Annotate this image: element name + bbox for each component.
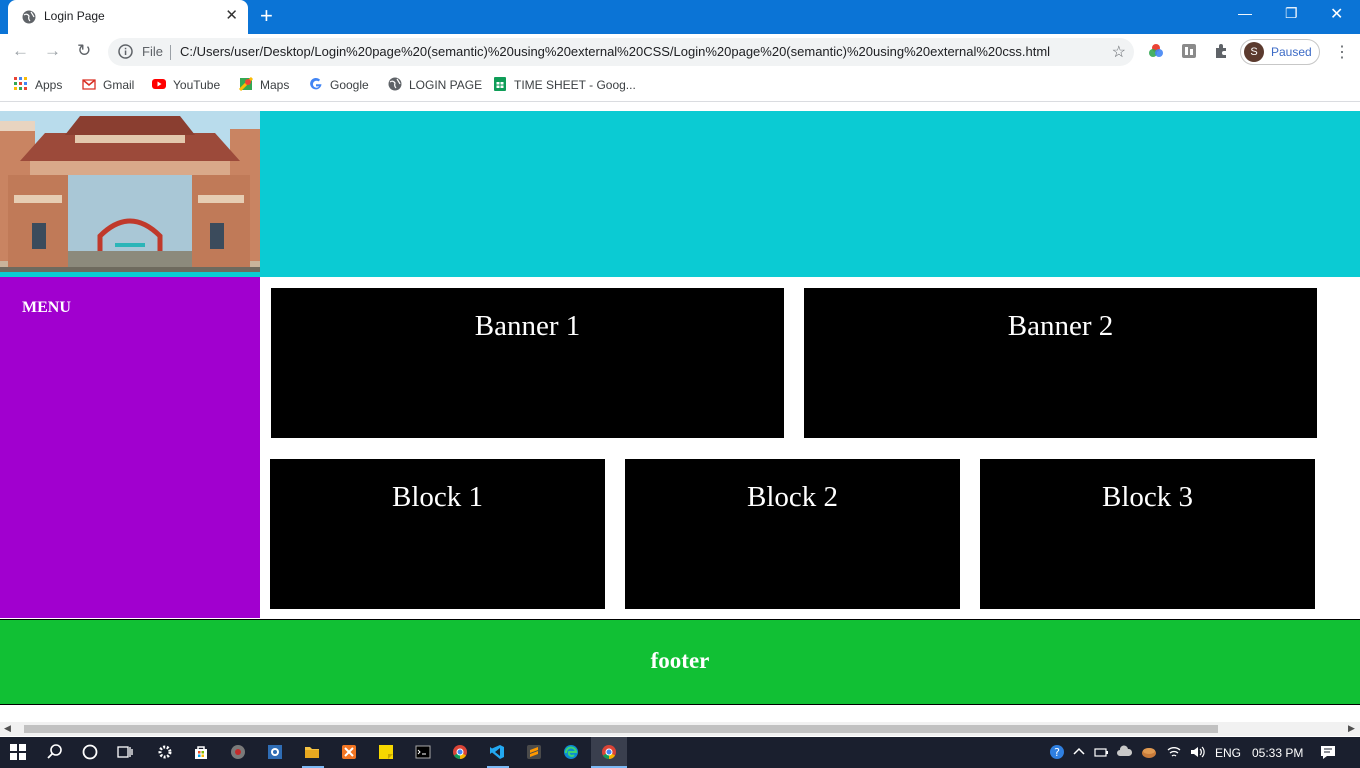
block-2-label: Block 2 — [746, 481, 839, 513]
bookmark-youtube[interactable]: YouTube — [152, 77, 220, 92]
address-separator — [170, 45, 171, 60]
page-footer: footer — [0, 619, 1360, 705]
bookmark-google[interactable]: Google — [309, 77, 369, 92]
scroll-left-icon[interactable]: ◀ — [4, 723, 11, 734]
settings-gear-icon[interactable] — [157, 744, 173, 760]
scrollbar-thumb[interactable] — [24, 725, 1218, 733]
help-icon[interactable]: ? — [1049, 744, 1065, 760]
battery-icon[interactable] — [1093, 744, 1109, 760]
footer-text: footer — [650, 648, 710, 673]
sidebar-menu: MENU — [0, 277, 260, 618]
puzzle-extensions-icon[interactable] — [1213, 43, 1229, 59]
horizontal-scrollbar[interactable]: ◀ ▶ — [0, 722, 1360, 736]
globe-icon — [388, 77, 402, 91]
search-icon[interactable] — [47, 744, 63, 760]
media-app-icon[interactable] — [230, 744, 246, 760]
bookmark-time-sheet[interactable]: TIME SHEET - Goog... — [493, 77, 636, 92]
back-icon[interactable]: ← — [12, 42, 29, 60]
bookmark-label: LOGIN PAGE — [409, 78, 483, 92]
bookmark-label: Maps — [260, 78, 290, 92]
bookmark-maps[interactable]: Maps — [239, 77, 289, 92]
bookmark-apps[interactable]: Apps — [14, 77, 62, 92]
reload-icon[interactable]: ↻ — [77, 42, 91, 60]
banner-2-label: Banner 2 — [1007, 310, 1114, 342]
address-bar[interactable]: File C:/Users/user/Desktop/Login%20page%… — [108, 38, 1134, 66]
profile-status: Paused — [1271, 45, 1312, 59]
bookmarks-bar: Apps Gmail YouTube Maps Google LOGIN PAG… — [0, 70, 1360, 102]
google-icon — [310, 77, 322, 90]
svg-text:?: ? — [1054, 746, 1060, 759]
gmail-icon — [82, 79, 96, 90]
sticky-notes-icon[interactable] — [378, 744, 394, 760]
sheets-icon — [494, 77, 506, 91]
extension-icon[interactable] — [1181, 43, 1197, 59]
scheme-label: File — [142, 44, 163, 59]
vscode-icon[interactable] — [489, 744, 505, 760]
avatar: S — [1244, 42, 1264, 62]
tab-title: Login Page — [44, 9, 105, 23]
chrome-icon[interactable] — [452, 744, 468, 760]
minimize-icon[interactable]: — — [1238, 5, 1252, 21]
edge-icon[interactable] — [563, 744, 579, 760]
info-icon[interactable] — [118, 44, 133, 59]
windows-start-icon[interactable] — [10, 744, 26, 760]
tray-app-icon[interactable] — [1141, 744, 1157, 760]
block-1-label: Block 1 — [391, 481, 484, 513]
restore-icon[interactable]: ❐ — [1285, 5, 1298, 22]
wifi-icon[interactable] — [1166, 744, 1182, 760]
bookmark-login-page[interactable]: LOGIN PAGE — [388, 77, 482, 92]
menu-heading: MENU — [22, 299, 71, 316]
block-1: Block 1 — [270, 459, 605, 609]
task-view-icon[interactable] — [117, 744, 133, 760]
bookmark-label: YouTube — [173, 78, 221, 92]
bookmark-star-icon[interactable]: ☆ — [1112, 42, 1126, 62]
block-3: Block 3 — [980, 459, 1315, 609]
maps-icon — [239, 77, 253, 91]
java-ide-icon[interactable] — [267, 744, 283, 760]
windows-taskbar: ? ENG 05:33 PM — [0, 737, 1360, 768]
bookmark-label: TIME SHEET - Goog... — [514, 78, 636, 92]
chevron-up-icon[interactable] — [1071, 744, 1087, 760]
file-explorer-icon[interactable] — [304, 744, 320, 760]
youtube-icon — [152, 79, 166, 89]
volume-icon[interactable] — [1189, 744, 1205, 760]
banner-2: Banner 2 — [804, 288, 1317, 438]
notifications-icon[interactable] — [1320, 744, 1336, 760]
sublime-text-icon[interactable] — [526, 744, 542, 760]
bookmark-label: Google — [330, 78, 369, 92]
command-prompt-icon[interactable] — [415, 744, 431, 760]
new-tab-button[interactable]: + — [260, 5, 273, 27]
block-2: Block 2 — [625, 459, 960, 609]
scroll-right-icon[interactable]: ▶ — [1348, 723, 1355, 734]
url-text[interactable]: C:/Users/user/Desktop/Login%20page%20(se… — [180, 44, 1050, 59]
forward-icon[interactable]: → — [44, 42, 61, 60]
onedrive-cloud-icon[interactable] — [1117, 744, 1133, 760]
xampp-icon[interactable] — [341, 744, 357, 760]
chrome-active-icon[interactable] — [601, 744, 617, 760]
store-bag-icon[interactable] — [193, 744, 209, 760]
more-menu-icon[interactable]: ⋮ — [1334, 42, 1350, 62]
banner-1: Banner 1 — [271, 288, 784, 438]
banner-1-label: Banner 1 — [474, 310, 581, 342]
language-indicator[interactable]: ENG — [1215, 746, 1241, 760]
block-3-label: Block 3 — [1101, 481, 1194, 513]
bookmark-label: Apps — [35, 78, 63, 92]
browser-tab[interactable]: Login Page ✕ — [8, 0, 248, 34]
clock[interactable]: 05:33 PM — [1252, 746, 1303, 760]
browser-title-bar: Login Page ✕ + — ❐ ✕ — [0, 0, 1360, 34]
cortana-icon[interactable] — [82, 744, 98, 760]
close-window-icon[interactable]: ✕ — [1330, 4, 1343, 24]
bookmark-label: Gmail — [103, 78, 135, 92]
apps-grid-icon — [14, 77, 27, 90]
color-wheel-extension-icon[interactable] — [1148, 43, 1164, 59]
globe-icon — [22, 10, 36, 24]
profile-button[interactable]: S Paused — [1240, 39, 1320, 65]
campus-gate-image — [0, 111, 260, 272]
tab-close-icon[interactable]: ✕ — [225, 8, 238, 24]
bookmark-gmail[interactable]: Gmail — [82, 77, 134, 92]
